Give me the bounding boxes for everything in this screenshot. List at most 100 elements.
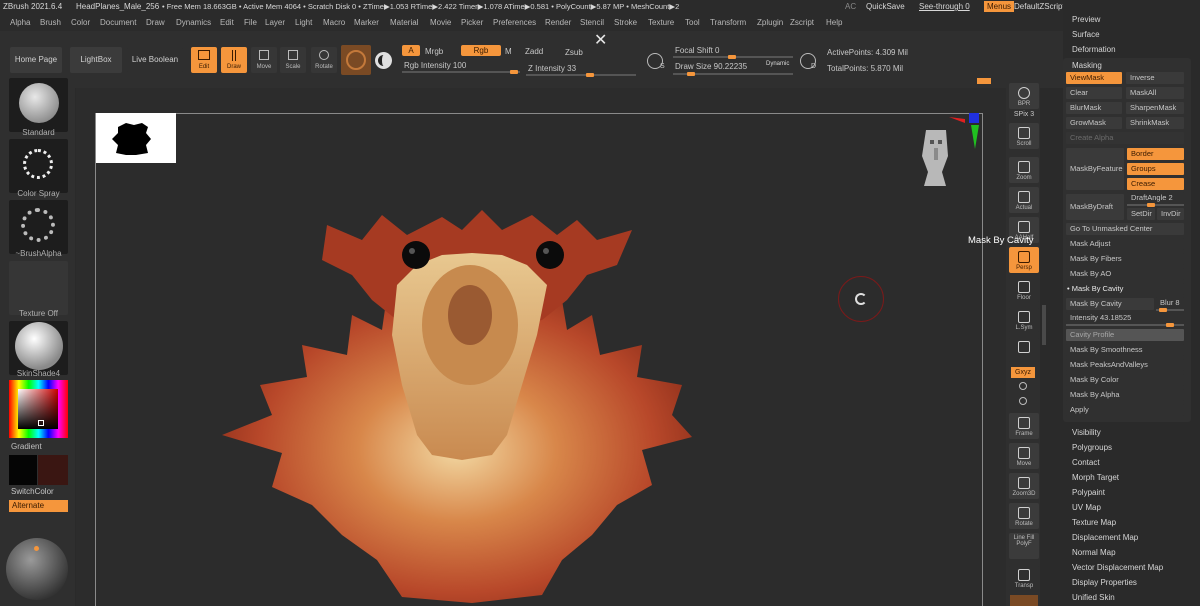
cavity-profile-curve[interactable]: Cavity Profile bbox=[1066, 329, 1184, 341]
zoom-button[interactable]: Zoom bbox=[1009, 157, 1039, 183]
z-intensity-slider[interactable]: Z Intensity 33 bbox=[528, 64, 576, 73]
zoom3d-button[interactable]: Zoom3D bbox=[1009, 473, 1039, 499]
shrinkmask-button[interactable]: ShrinkMask bbox=[1126, 117, 1184, 129]
zadd-toggle[interactable]: Zadd bbox=[525, 47, 543, 56]
texture-thumbnail[interactable] bbox=[9, 261, 68, 315]
menu-stroke[interactable]: Stroke bbox=[614, 18, 637, 27]
menu-layer[interactable]: Layer bbox=[265, 18, 285, 27]
gradient-label[interactable]: Gradient bbox=[11, 442, 42, 451]
rotate-z-icon[interactable] bbox=[1019, 397, 1027, 405]
switch-color-button[interactable]: SwitchColor bbox=[11, 487, 54, 496]
menu-draw[interactable]: Draw bbox=[146, 18, 165, 27]
preview-subpalette[interactable]: Preview bbox=[1072, 15, 1100, 24]
shelf-scroll-marker[interactable] bbox=[977, 78, 991, 84]
menu-movie[interactable]: Movie bbox=[430, 18, 451, 27]
crease-toggle[interactable]: Crease bbox=[1127, 178, 1184, 190]
rotate-y-icon[interactable] bbox=[1019, 382, 1027, 390]
polyf-button[interactable]: Line Fill PolyF bbox=[1009, 533, 1039, 559]
a-toggle[interactable]: A bbox=[402, 45, 420, 56]
mask-by-color-header[interactable]: Mask By Color bbox=[1066, 374, 1184, 386]
cavity-intensity-knob[interactable] bbox=[1166, 323, 1174, 327]
rgb-intensity-track[interactable] bbox=[402, 70, 520, 74]
menus-button[interactable]: Menus bbox=[984, 1, 1015, 12]
persp-button[interactable]: Persp bbox=[1009, 247, 1039, 273]
mask-by-cavity-button[interactable]: Mask By Cavity bbox=[1066, 298, 1154, 310]
menu-color[interactable]: Color bbox=[71, 18, 90, 27]
z-intensity-knob[interactable] bbox=[586, 73, 594, 77]
light-position-marker[interactable] bbox=[34, 546, 39, 551]
secondary-color-swatch[interactable] bbox=[38, 455, 68, 485]
border-toggle[interactable]: Border bbox=[1127, 148, 1184, 160]
ghost-button[interactable] bbox=[1010, 595, 1038, 606]
surface-subpalette[interactable]: Surface bbox=[1072, 30, 1100, 39]
brush-thumbnail[interactable] bbox=[9, 78, 68, 132]
bpr-button[interactable]: BPR bbox=[1009, 83, 1039, 109]
dynamic-toggle[interactable]: Dynamic bbox=[766, 61, 789, 67]
transp-button[interactable]: Transp bbox=[1009, 565, 1039, 591]
masking-header[interactable]: Masking bbox=[1072, 61, 1102, 70]
visibility-subpalette[interactable]: Visibility bbox=[1072, 428, 1101, 437]
menu-help[interactable]: Help bbox=[826, 18, 842, 27]
m-toggle[interactable]: M bbox=[505, 47, 512, 56]
move-button[interactable]: Move bbox=[251, 47, 277, 73]
draw-size-slider[interactable]: Draw Size 90.22235 bbox=[675, 62, 747, 71]
mask-by-fibers-header[interactable]: Mask By Fibers bbox=[1066, 253, 1184, 265]
menu-brush[interactable]: Brush bbox=[40, 18, 61, 27]
mask-by-ao-header[interactable]: Mask By AO bbox=[1066, 268, 1184, 280]
menu-file[interactable]: File bbox=[244, 18, 257, 27]
uv-map-subpalette[interactable]: UV Map bbox=[1072, 503, 1101, 512]
menu-zscript[interactable]: Zscript bbox=[790, 18, 814, 27]
vector-displacement-map-subpalette[interactable]: Vector Displacement Map bbox=[1072, 563, 1163, 572]
ac-label[interactable]: AC bbox=[845, 2, 856, 11]
menu-material[interactable]: Material bbox=[390, 18, 418, 27]
blur-track[interactable] bbox=[1156, 308, 1184, 312]
scale-button[interactable]: Scale bbox=[280, 47, 306, 73]
mask-peaks-valleys-header[interactable]: Mask PeaksAndValleys bbox=[1066, 359, 1184, 371]
contact-subpalette[interactable]: Contact bbox=[1072, 458, 1100, 467]
edit-button[interactable]: Edit bbox=[191, 47, 217, 73]
unified-skin-subpalette[interactable]: Unified Skin bbox=[1072, 593, 1115, 602]
frame-button[interactable]: Frame bbox=[1009, 413, 1039, 439]
rgb-toggle[interactable]: Rgb bbox=[461, 45, 501, 56]
menu-texture[interactable]: Texture bbox=[648, 18, 674, 27]
tray-scrollbar[interactable] bbox=[1042, 305, 1046, 345]
rotate-button[interactable]: Rotate bbox=[311, 47, 337, 73]
create-alpha-button[interactable]: Create Alpha bbox=[1066, 132, 1184, 144]
zsub-toggle[interactable]: Zsub bbox=[565, 48, 583, 57]
maskall-button[interactable]: MaskAll bbox=[1126, 87, 1184, 99]
focal-shift-slider[interactable]: Focal Shift 0 bbox=[675, 46, 719, 55]
rgb-intensity-slider[interactable]: Rgb Intensity 100 bbox=[404, 61, 466, 70]
creature-model[interactable] bbox=[212, 205, 702, 605]
material-swatch[interactable] bbox=[341, 45, 371, 75]
menu-dynamics[interactable]: Dynamics bbox=[176, 18, 211, 27]
rgb-intensity-knob[interactable] bbox=[510, 70, 518, 74]
see-through-slider[interactable]: See-through 0 bbox=[919, 2, 970, 11]
alternate-button[interactable]: Alternate bbox=[9, 500, 68, 512]
clear-button[interactable]: Clear bbox=[1066, 87, 1122, 99]
setdir-button[interactable]: SetDir bbox=[1127, 208, 1155, 220]
groups-toggle[interactable]: Groups bbox=[1127, 163, 1184, 175]
menu-preferences[interactable]: Preferences bbox=[493, 18, 536, 27]
menu-light[interactable]: Light bbox=[295, 18, 312, 27]
menu-tool[interactable]: Tool bbox=[685, 18, 700, 27]
nav-sphere[interactable] bbox=[6, 538, 68, 600]
color-picker-cursor[interactable] bbox=[38, 420, 44, 426]
close-icon[interactable]: ✕ bbox=[594, 33, 608, 49]
display-properties-subpalette[interactable]: Display Properties bbox=[1072, 578, 1137, 587]
mask-adjust-header[interactable]: Mask Adjust bbox=[1066, 238, 1184, 250]
lock-button[interactable] bbox=[1009, 337, 1039, 363]
maskbydraft-button[interactable]: MaskByDraft bbox=[1066, 194, 1124, 220]
menu-macro[interactable]: Macro bbox=[323, 18, 345, 27]
lsym-button[interactable]: L.Sym bbox=[1009, 307, 1039, 333]
draw-button[interactable]: Draw bbox=[221, 47, 247, 73]
menu-edit[interactable]: Edit bbox=[220, 18, 234, 27]
floor-button[interactable]: Floor bbox=[1009, 277, 1039, 303]
rotate-view-button[interactable]: Rotate bbox=[1009, 503, 1039, 529]
material-thumbnail[interactable] bbox=[9, 321, 68, 375]
home-page-button[interactable]: Home Page bbox=[10, 47, 62, 73]
mask-by-cavity-header[interactable]: • Mask By Cavity bbox=[1063, 283, 1184, 295]
live-boolean-button[interactable]: Live Boolean bbox=[127, 47, 183, 73]
menu-alpha[interactable]: Alpha bbox=[10, 18, 30, 27]
spix-slider[interactable]: SPix 3 bbox=[1009, 111, 1039, 123]
alpha-thumbnail[interactable] bbox=[9, 200, 68, 254]
